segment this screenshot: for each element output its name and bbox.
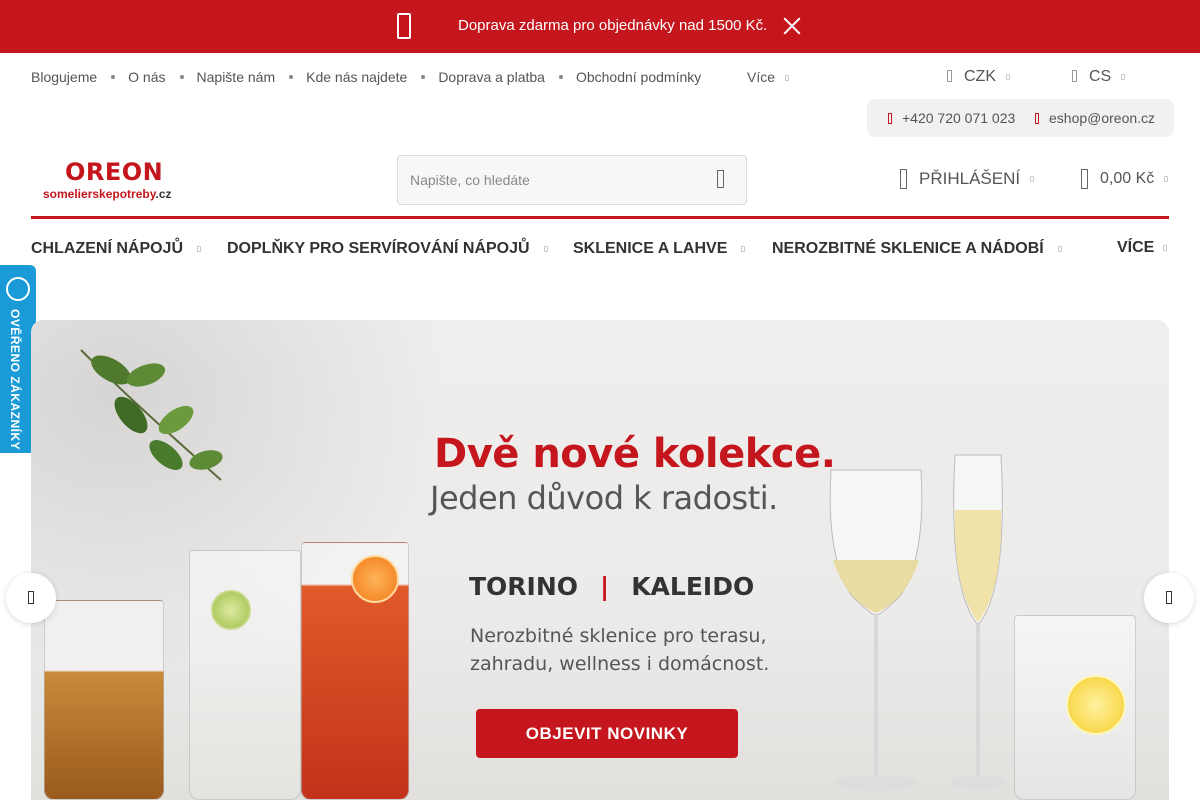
logo-sub-name: somelierskepotreby — [43, 187, 156, 201]
chevron-down-icon — [1121, 73, 1126, 80]
water-glass — [189, 550, 301, 800]
logo-subtitle: somelierskepotreby.cz — [43, 187, 172, 201]
phone-icon — [888, 113, 892, 124]
more-links-label: Více — [747, 69, 776, 85]
separator-dot — [179, 75, 184, 79]
phone-number: +420 720 071 023 — [902, 110, 1016, 126]
email-address: eshop@oreon.cz — [1049, 110, 1156, 126]
site-logo[interactable]: OREON somelierskepotreby.cz — [43, 158, 188, 208]
cart-total: 0,00 Kč — [1100, 170, 1155, 187]
logo-sub-domain: .cz — [155, 187, 172, 201]
chevron-down-icon — [1057, 245, 1062, 252]
search-input[interactable] — [410, 170, 690, 190]
hero-desc-line1: Nerozbitné sklenice pro terasu, — [470, 625, 767, 647]
close-icon[interactable] — [781, 15, 803, 37]
truck-icon — [397, 13, 411, 39]
top-link-shipping[interactable]: Doprava a platba — [438, 69, 545, 85]
mail-icon — [1035, 113, 1039, 124]
chevron-down-icon — [741, 245, 746, 252]
category-label: NEROZBITNÉ SKLENICE A NÁDOBÍ — [772, 240, 1044, 257]
top-link-terms[interactable]: Obchodní podmínky — [576, 69, 701, 85]
currency-selector[interactable]: CZK — [947, 68, 1010, 86]
category-label: CHLAZENÍ NÁPOJŮ — [31, 240, 184, 257]
user-icon — [900, 169, 907, 189]
currency-icon — [947, 70, 952, 82]
collection-kaleido: KALEIDO — [631, 572, 755, 601]
top-links: Blogujeme O nás Napište nám Kde nás najd… — [31, 69, 701, 85]
cart-icon — [1081, 169, 1088, 189]
contact-phone[interactable]: +420 720 071 023 — [888, 110, 1015, 126]
chevron-down-icon — [1006, 73, 1010, 80]
cart-button[interactable]: 0,00 Kč — [1081, 169, 1169, 189]
search-icon[interactable] — [717, 170, 724, 188]
chevron-down-icon — [1163, 244, 1168, 251]
discover-news-button[interactable]: OBJEVIT NOVINKY — [476, 709, 738, 758]
separator-dot — [421, 75, 426, 79]
verified-badge-text: OVĚŘENO ZÁKAZNÍKY — [8, 309, 22, 451]
category-cooling[interactable]: CHLAZENÍ NÁPOJŮ — [31, 240, 202, 258]
leaves-image — [80, 349, 223, 481]
hero-subtitle: Jeden důvod k radosti. — [430, 479, 778, 517]
chevron-down-icon — [1030, 176, 1035, 182]
chevron-down-icon — [785, 75, 790, 82]
category-glasses[interactable]: SKLENICE A LAHVE — [573, 240, 746, 258]
language-icon — [1072, 70, 1077, 82]
separator-dot — [558, 75, 563, 79]
top-link-contact[interactable]: Napište nám — [197, 69, 276, 85]
category-serving[interactable]: DOPLŇKY PRO SERVÍROVÁNÍ NÁPOJŮ — [227, 240, 548, 258]
category-label: VÍCE — [1117, 239, 1155, 256]
top-link-location[interactable]: Kde nás najdete — [306, 69, 407, 85]
category-label: SKLENICE A LAHVE — [573, 240, 728, 257]
champagne-glass — [950, 454, 1006, 789]
promo-text: Doprava zdarma pro objednávky nad 1500 K… — [458, 17, 768, 34]
top-link-about[interactable]: O nás — [128, 69, 165, 85]
chevron-left-icon — [28, 591, 34, 604]
orange-slice — [351, 555, 399, 603]
category-label: DOPLŇKY PRO SERVÍROVÁNÍ NÁPOJŮ — [227, 240, 530, 257]
login-button[interactable]: PŘIHLÁŠENÍ — [900, 169, 1035, 189]
separator-dot — [111, 75, 116, 79]
category-more[interactable]: VÍCE — [1117, 239, 1168, 257]
hero-desc-line2: zahradu, wellness i domácnost. — [470, 653, 770, 675]
wine-glass — [829, 469, 923, 791]
header-divider — [31, 216, 1169, 219]
chevron-down-icon — [197, 245, 202, 252]
collection-separator: | — [600, 572, 610, 601]
separator-dot — [289, 75, 294, 79]
top-link-blog[interactable]: Blogujeme — [31, 69, 97, 85]
contact-email[interactable]: eshop@oreon.cz — [1035, 110, 1155, 126]
hero-description: Nerozbitné sklenice pro terasu, zahradu,… — [470, 622, 770, 678]
hero-collections: TORINO | KALEIDO — [469, 572, 754, 601]
logo-brand: OREON — [65, 158, 164, 186]
promo-bar: Doprava zdarma pro objednávky nad 1500 K… — [0, 0, 1200, 53]
category-unbreakable[interactable]: NEROZBITNÉ SKLENICE A NÁDOBÍ — [772, 240, 1062, 258]
chevron-down-icon — [1164, 176, 1169, 182]
chevron-down-icon — [543, 245, 548, 252]
language-selector[interactable]: CS — [1072, 68, 1126, 86]
chevron-right-icon — [1166, 591, 1172, 604]
currency-label: CZK — [964, 68, 996, 85]
slider-prev-button[interactable] — [6, 573, 56, 623]
search-box — [397, 155, 747, 205]
login-label: PŘIHLÁŠENÍ — [919, 169, 1021, 188]
more-links-dropdown[interactable]: Více — [747, 69, 790, 85]
hero-banner[interactable]: Dvě nové kolekce. Jeden důvod k radosti.… — [31, 320, 1169, 800]
verified-logo-icon — [6, 277, 30, 301]
lemon-slice — [1066, 675, 1126, 735]
whisky-glass — [44, 600, 164, 800]
hero-title: Dvě nové kolekce. — [434, 431, 836, 477]
slider-next-button[interactable] — [1144, 573, 1194, 623]
lime-slice — [211, 590, 251, 630]
language-label: CS — [1089, 68, 1112, 85]
collection-torino: TORINO — [469, 572, 579, 601]
